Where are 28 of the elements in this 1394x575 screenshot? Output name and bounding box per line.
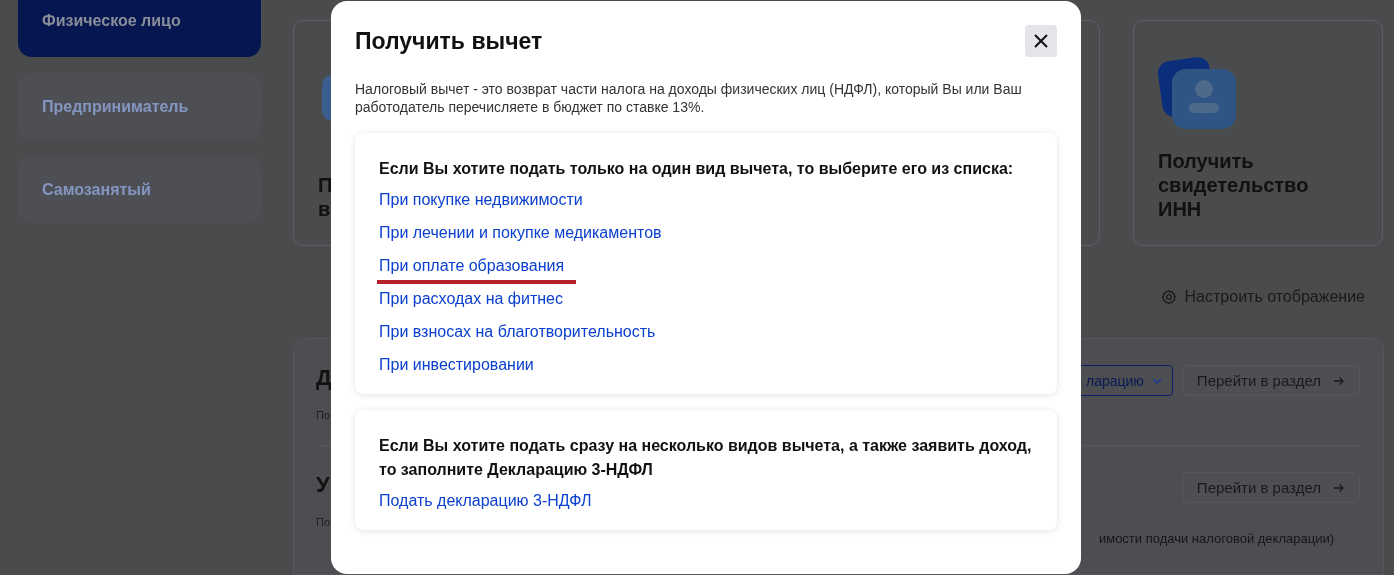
card-title: в <box>318 197 331 221</box>
deduction-link[interactable]: При инвестировании <box>379 354 534 375</box>
deduction-link[interactable]: При покупке недвижимости <box>379 189 583 210</box>
settings-icon <box>1160 289 1177 305</box>
chevron-down-icon <box>1151 377 1162 384</box>
arrow-right-icon <box>1333 481 1345 494</box>
close-icon <box>1034 34 1048 48</box>
deduction-link[interactable]: При взносах на благотворительность <box>379 321 656 342</box>
dialog-title: Получить вычет <box>355 27 543 55</box>
section-title: Д <box>316 365 332 391</box>
deduction-link[interactable]: Подать декларацию 3-НДФЛ <box>379 490 592 511</box>
dialog-description: Налоговый вычет - это возврат части налога на доходы физических лиц (НДФЛ), который Вы или Ваш работодатель перечисляете в бюджет по ставке 13%. <box>355 80 1023 116</box>
card-title: свидетельство <box>1158 173 1309 197</box>
deduction-link[interactable]: При оплате образования <box>379 255 565 276</box>
sidebar-item[interactable]: Самозанятый <box>18 156 261 223</box>
deduction-link[interactable]: При расходах на фитнес <box>379 288 563 309</box>
sidebar-item[interactable]: Физическое лицо <box>18 0 261 57</box>
arrow-right-icon <box>1333 374 1345 387</box>
section-title: У <box>316 472 330 498</box>
option-heading: Если Вы хотите подать сразу на несколько видов вычета, а также заявить доход, то заполните Декларацию 3-НДФЛ <box>379 436 1033 480</box>
deduction-link[interactable]: При лечении и покупке медикаментов <box>379 222 662 243</box>
section-note: имости подачи налоговой декларации) <box>1098 531 1334 546</box>
card-title: П <box>318 173 333 197</box>
card-title: Получить <box>1158 149 1254 173</box>
close-button[interactable] <box>1025 25 1057 57</box>
card-title: ИНН <box>1158 197 1202 221</box>
option-heading: Если Вы хотите подать только на один вид вычета, то выберите его из списка: <box>379 159 1015 179</box>
sidebar-item[interactable]: Предприниматель <box>18 73 261 140</box>
